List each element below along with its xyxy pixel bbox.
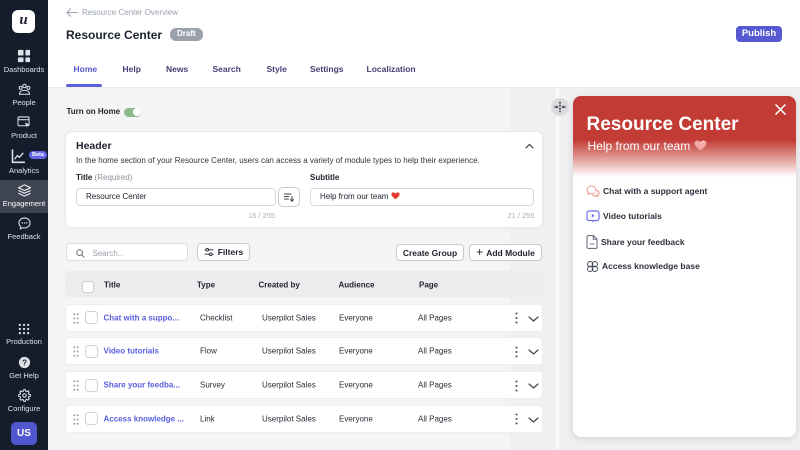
svg-text:?: ? <box>22 358 27 367</box>
